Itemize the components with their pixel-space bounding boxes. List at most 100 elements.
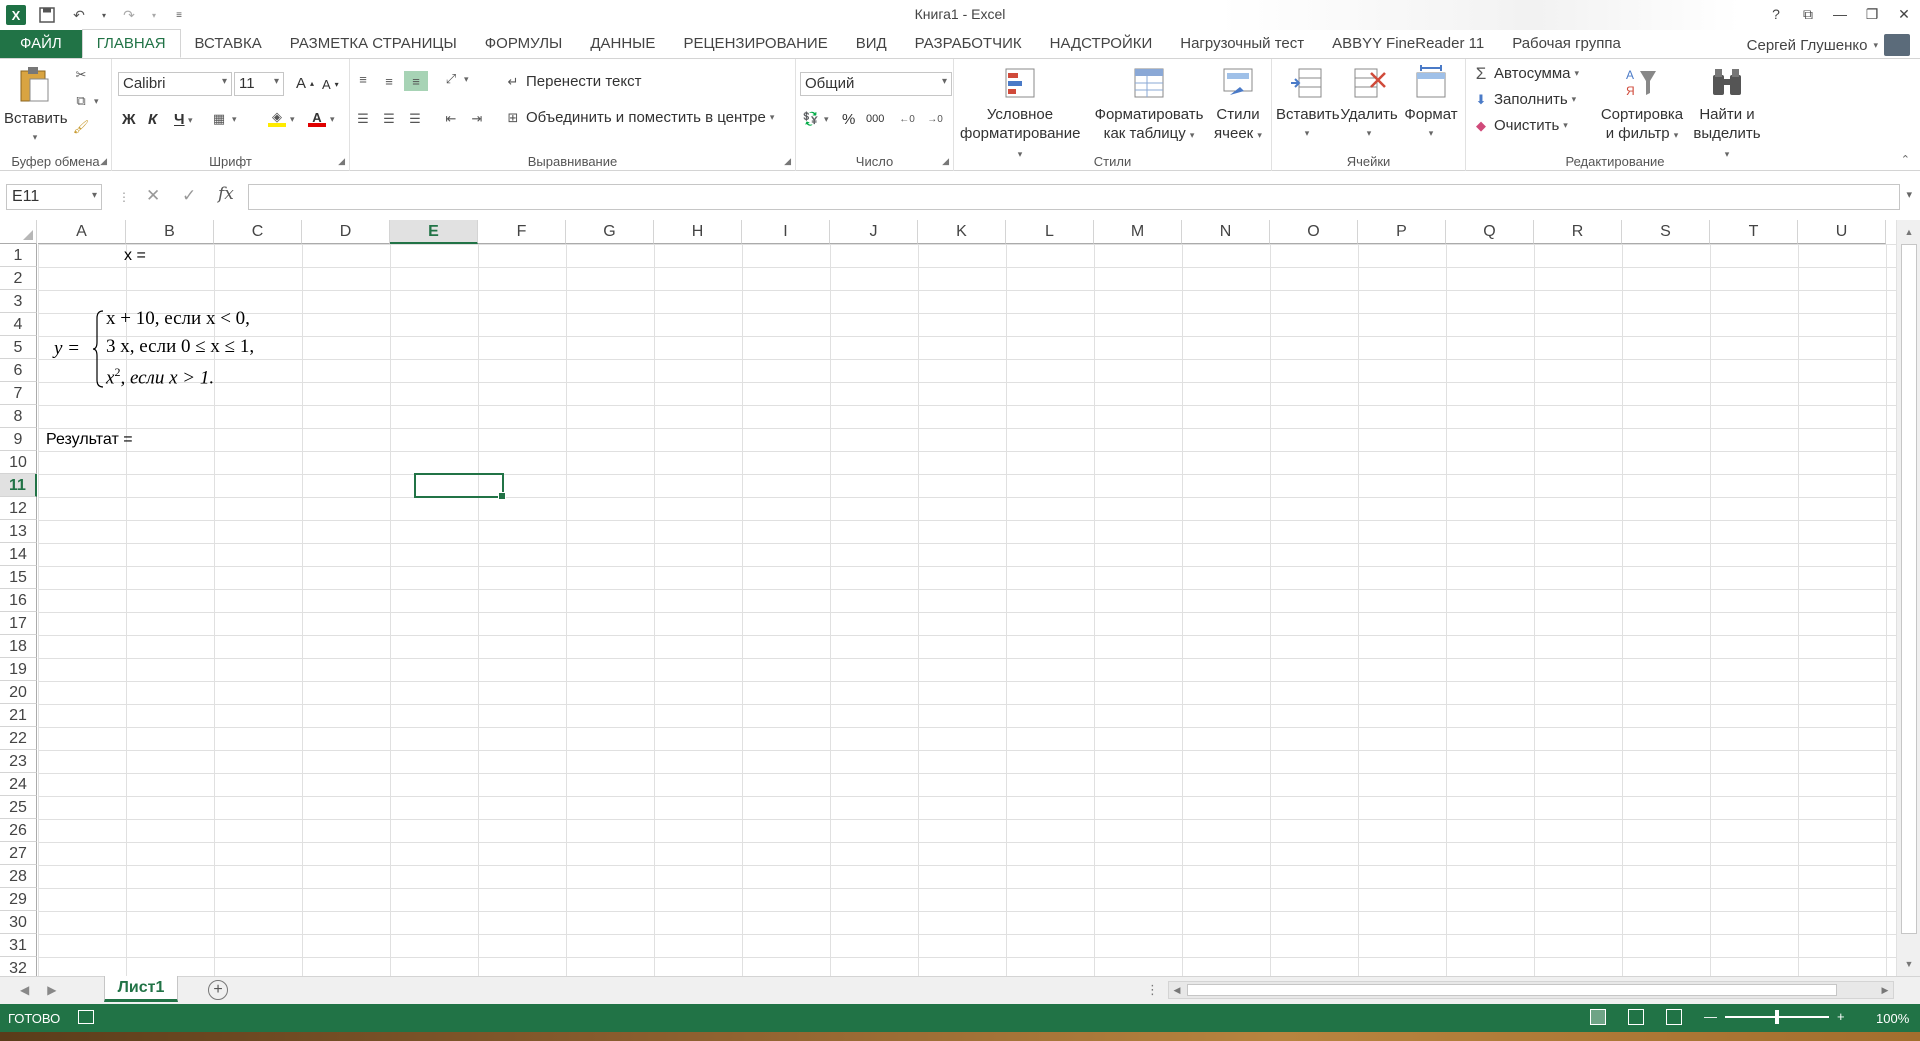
formula-bar-grip-icon[interactable]: ⋮ [118,190,130,204]
row-header-18[interactable]: 18 [0,635,37,658]
tab-addins[interactable]: НАДСТРОЙКИ [1036,30,1167,58]
row-header-19[interactable]: 19 [0,658,37,681]
column-header-n[interactable]: N [1182,220,1270,244]
prev-sheet-icon[interactable]: ◀ [20,983,29,997]
tab-page-layout[interactable]: РАЗМЕТКА СТРАНИЦЫ [276,30,471,58]
underline-button[interactable]: Ч [174,111,185,128]
bold-button[interactable]: Ж [122,111,136,128]
decrease-decimal-button[interactable]: →0 [926,111,944,127]
dialog-launcher-icon[interactable]: ◢ [942,156,949,167]
tab-data[interactable]: ДАННЫЕ [576,30,669,58]
insert-function-icon[interactable]: fx [218,184,234,204]
tab-team[interactable]: Рабочая группа [1498,30,1635,58]
fill-color-button[interactable]: ◈ ▾ [268,109,295,127]
column-header-b[interactable]: B [126,220,214,244]
column-header-t[interactable]: T [1710,220,1798,244]
column-header-h[interactable]: H [654,220,742,244]
orientation-button[interactable]: ⤢ ▾ [442,71,469,87]
tab-abbyy[interactable]: ABBYY FineReader 11 [1318,30,1498,58]
scroll-right-icon[interactable]: ▶ [1878,982,1892,998]
ribbon-display-options-button[interactable]: ⧉ [1792,0,1824,28]
scroll-down-icon[interactable]: ▼ [1897,954,1920,974]
borders-button[interactable]: ▦ ▾ [210,111,237,127]
tab-split-grip-icon[interactable]: ⋮ [1146,982,1159,998]
confirm-entry-icon[interactable]: ✓ [182,186,196,206]
row-header-22[interactable]: 22 [0,727,37,750]
zoom-in-icon[interactable]: + [1837,1009,1845,1024]
sort-filter-button[interactable]: АЯ Сортировка и фильтр ▾ [1596,65,1688,145]
format-painter-button[interactable]: 🖌 [72,119,90,135]
vertical-scroll-thumb[interactable] [1901,244,1917,934]
column-header-r[interactable]: R [1534,220,1622,244]
cell-a1[interactable]: x = [124,247,146,265]
conditional-formatting-button[interactable]: Условное форматирование ▾ [960,65,1080,164]
dialog-launcher-icon[interactable]: ◢ [784,156,791,167]
row-header-15[interactable]: 15 [0,566,37,589]
increase-decimal-button[interactable]: ←0 [898,111,916,127]
page-layout-view-icon[interactable] [1628,1009,1644,1025]
horizontal-scrollbar[interactable]: ◀ ▶ [1168,981,1894,999]
column-header-p[interactable]: P [1358,220,1446,244]
italic-button[interactable]: К [148,111,157,128]
row-header-4[interactable]: 4 [0,313,37,336]
zoom-track[interactable] [1725,1009,1829,1024]
tab-insert[interactable]: ВСТАВКА [181,30,276,58]
column-header-m[interactable]: M [1094,220,1182,244]
row-header-2[interactable]: 2 [0,267,37,290]
column-header-j[interactable]: J [830,220,918,244]
column-header-s[interactable]: S [1622,220,1710,244]
shrink-font-button[interactable]: A ▾ [322,77,339,92]
name-box[interactable]: E11 [6,184,102,210]
add-sheet-icon[interactable]: + [208,980,228,1000]
tab-formulas[interactable]: ФОРМУЛЫ [471,30,577,58]
tab-view[interactable]: ВИД [842,30,901,58]
zoom-slider[interactable]: — + [1704,1009,1845,1024]
vertical-scrollbar[interactable]: ▲ ▼ [1896,220,1920,976]
formula-input[interactable] [248,184,1900,210]
align-bottom-button[interactable]: ≡ [404,71,428,91]
user-account[interactable]: Сергей Глушенко ▾ [1747,34,1910,56]
expand-formula-bar-icon[interactable]: ▾ [1906,188,1912,201]
zoom-knob[interactable] [1775,1009,1779,1024]
number-format-combo[interactable]: Общий [800,72,952,96]
underline-dropdown[interactable]: ▾ [188,115,193,126]
row-header-8[interactable]: 8 [0,405,37,428]
fill-button[interactable]: ⬇ Заполнить ▾ [1472,91,1577,108]
column-header-f[interactable]: F [478,220,566,244]
align-left-button[interactable]: ☰ [354,111,372,127]
cancel-entry-icon[interactable]: ✕ [146,186,160,206]
page-break-view-icon[interactable] [1666,1009,1682,1025]
row-header-10[interactable]: 10 [0,451,37,474]
column-header-c[interactable]: C [214,220,302,244]
insert-cells-button[interactable]: Вставить ▾ [1276,65,1340,143]
align-top-button[interactable]: ≡ [354,71,372,87]
row-header-23[interactable]: 23 [0,750,37,773]
percent-button[interactable]: % [842,111,855,128]
increase-indent-button[interactable]: ⇥ [468,111,486,127]
column-header-o[interactable]: O [1270,220,1358,244]
tab-review[interactable]: РЕЦЕНЗИРОВАНИЕ [669,30,841,58]
column-header-u[interactable]: U [1798,220,1886,244]
next-sheet-icon[interactable]: ▶ [47,983,56,997]
selected-cell-e11[interactable] [414,473,506,500]
row-header-25[interactable]: 25 [0,796,37,819]
row-header-28[interactable]: 28 [0,865,37,888]
delete-cells-button[interactable]: Удалить ▾ [1338,65,1400,143]
column-header-l[interactable]: L [1006,220,1094,244]
tab-file[interactable]: ФАЙЛ [0,30,82,58]
row-header-11[interactable]: 11 [0,474,37,497]
thousands-separator-button[interactable]: 000 [866,113,884,125]
collapse-ribbon-icon[interactable]: ⌃ [1901,153,1910,166]
cell-a9[interactable]: Результат = [46,431,133,449]
format-cells-button[interactable]: Формат ▾ [1400,65,1462,143]
row-header-13[interactable]: 13 [0,520,37,543]
column-header-e[interactable]: E [390,220,478,244]
row-header-12[interactable]: 12 [0,497,37,520]
wrap-text-button[interactable]: ↵ Перенести текст [504,73,642,90]
dialog-launcher-icon[interactable]: ◢ [100,156,107,167]
column-header-g[interactable]: G [566,220,654,244]
row-header-17[interactable]: 17 [0,612,37,635]
close-button[interactable]: ✕ [1888,0,1920,28]
merge-center-button[interactable]: ⊞ Объединить и поместить в центре ▾ [504,109,775,126]
dialog-launcher-icon[interactable]: ◢ [338,156,345,167]
